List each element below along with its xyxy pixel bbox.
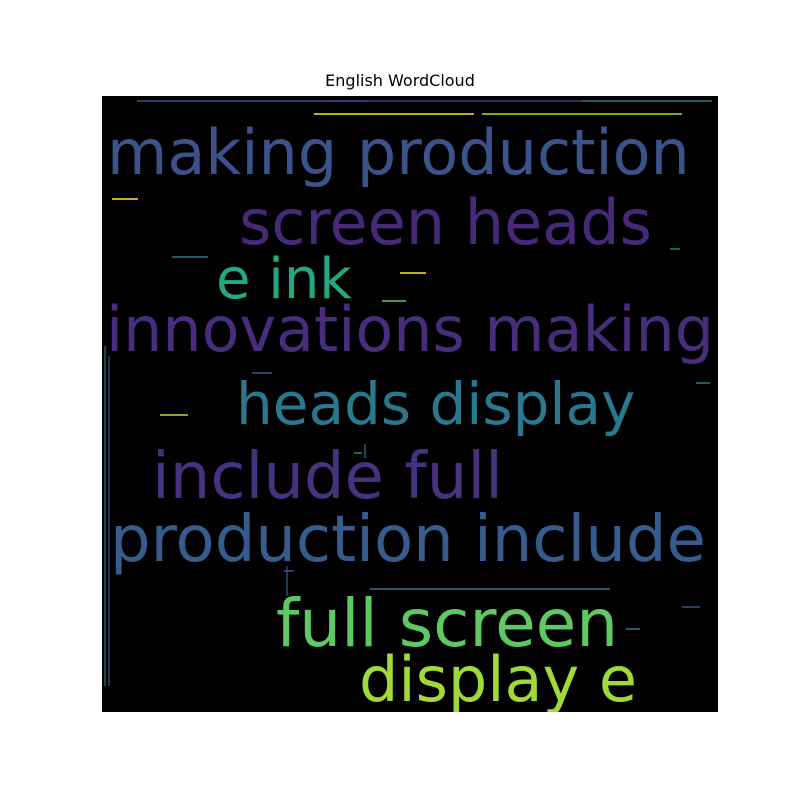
tiny-word-speck [582, 100, 712, 102]
tiny-word-speck [682, 606, 700, 608]
tiny-word-speck [160, 414, 188, 416]
word-cloud: making productionscreen headse inkinnova… [102, 96, 718, 712]
word-display-e: display e [359, 643, 637, 712]
tiny-word-speck [314, 113, 474, 115]
tiny-word-speck [112, 198, 138, 200]
tiny-word-speck [482, 113, 682, 115]
chart-title: English WordCloud [325, 71, 475, 90]
tiny-word-speck [172, 256, 208, 258]
word-innovations-making: innovations making [106, 293, 714, 366]
word-heads-display: heads display [236, 370, 635, 438]
tiny-word-speck [670, 248, 680, 250]
word-production-include: production include [110, 503, 706, 577]
tiny-word-speck [626, 628, 640, 630]
tiny-word-speck [332, 100, 582, 102]
tiny-word-speck [104, 346, 106, 686]
word-making-production: making production [107, 116, 690, 189]
tiny-word-speck [696, 382, 710, 384]
tiny-word-speck [400, 272, 426, 274]
